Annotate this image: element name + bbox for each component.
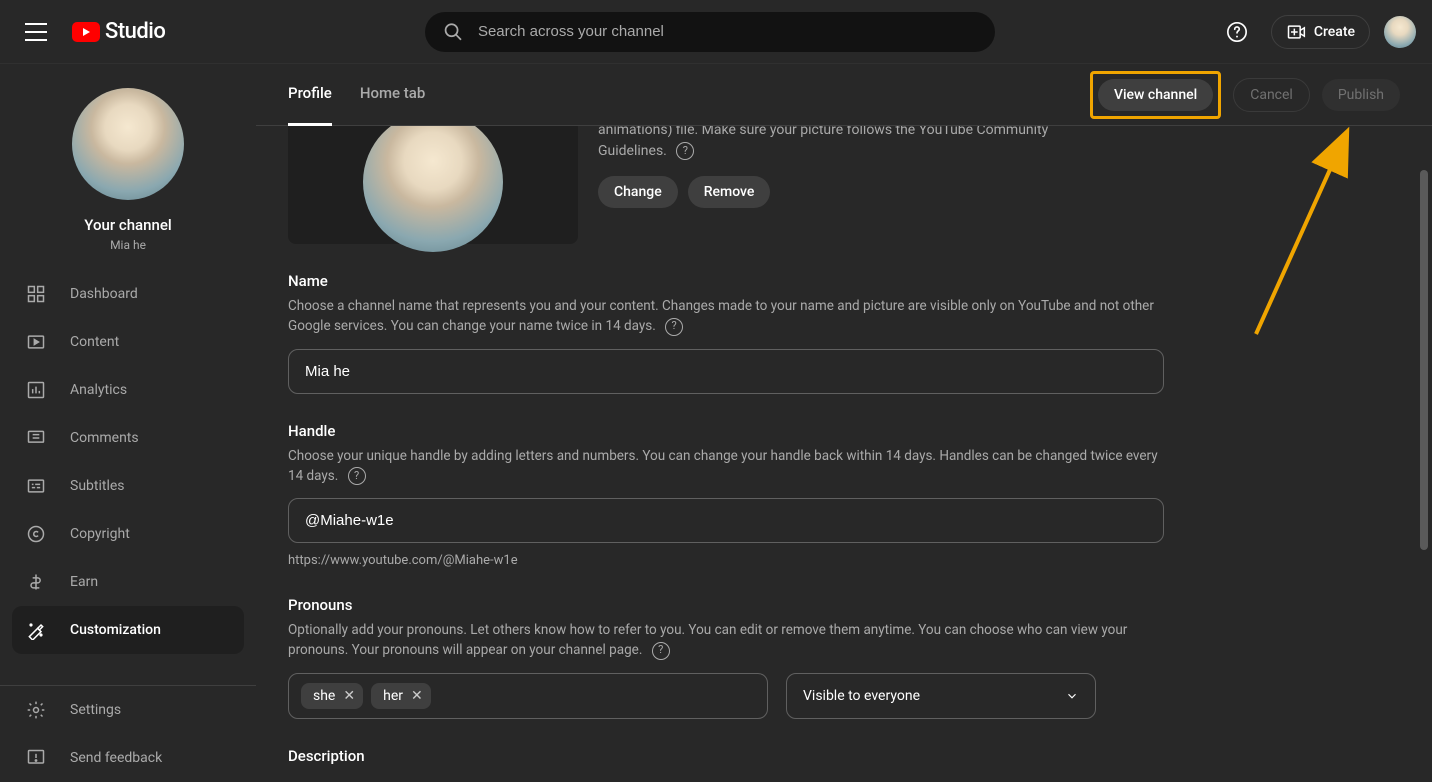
change-button[interactable]: Change bbox=[598, 176, 678, 208]
scrollbar-thumb[interactable] bbox=[1420, 170, 1428, 550]
name-input[interactable] bbox=[288, 349, 1164, 394]
remove-button[interactable]: Remove bbox=[688, 176, 771, 208]
feedback-icon bbox=[24, 748, 48, 768]
handle-section: Handle Choose your unique handle by addi… bbox=[288, 422, 1400, 569]
header: Studio Create bbox=[0, 0, 1432, 64]
tab-profile[interactable]: Profile bbox=[288, 64, 332, 126]
help-icon[interactable]: ? bbox=[652, 642, 670, 660]
create-icon bbox=[1286, 22, 1306, 42]
sidebar-item-comments[interactable]: Comments bbox=[0, 414, 256, 462]
create-label: Create bbox=[1314, 24, 1355, 40]
search-icon bbox=[443, 21, 464, 43]
sidebar-item-label: Customization bbox=[70, 622, 161, 638]
sidebar-item-label: Settings bbox=[70, 702, 121, 718]
handle-desc-text: Choose your unique handle by adding lett… bbox=[288, 448, 1158, 484]
search-input[interactable] bbox=[478, 23, 977, 40]
section-title: Name bbox=[288, 272, 1400, 290]
picture-desc-text: animations) file. Make sure your picture… bbox=[598, 126, 1048, 159]
close-icon[interactable]: ✕ bbox=[411, 688, 423, 704]
visibility-select[interactable]: Visible to everyone bbox=[786, 673, 1096, 719]
main-panel: Profile Home tab View channel Cancel Pub… bbox=[256, 64, 1432, 782]
handle-input[interactable] bbox=[288, 498, 1164, 543]
channel-avatar-large bbox=[72, 88, 184, 200]
sidebar-item-label: Comments bbox=[70, 430, 139, 446]
sidebar-item-label: Subtitles bbox=[70, 478, 125, 494]
publish-button[interactable]: Publish bbox=[1322, 79, 1400, 111]
sidebar-item-feedback[interactable]: Send feedback bbox=[0, 734, 256, 782]
logo-text: Studio bbox=[105, 19, 165, 44]
cancel-button[interactable]: Cancel bbox=[1233, 78, 1310, 112]
sidebar-item-label: Analytics bbox=[70, 382, 127, 398]
chevron-down-icon bbox=[1065, 689, 1079, 703]
pronouns-desc-text: Optionally add your pronouns. Let others… bbox=[288, 622, 1127, 658]
tab-home[interactable]: Home tab bbox=[360, 64, 426, 126]
close-icon[interactable]: ✕ bbox=[343, 688, 355, 704]
pronouns-input[interactable]: she ✕ her ✕ bbox=[288, 673, 768, 719]
dashboard-icon bbox=[24, 284, 48, 304]
section-title: Handle bbox=[288, 422, 1400, 440]
gear-icon bbox=[24, 700, 48, 720]
sidebar-item-label: Dashboard bbox=[70, 286, 138, 302]
chip-text: her bbox=[383, 688, 403, 704]
pronoun-chip: her ✕ bbox=[371, 683, 431, 709]
sidebar-item-analytics[interactable]: Analytics bbox=[0, 366, 256, 414]
channel-block[interactable]: Your channel Mia he bbox=[0, 64, 256, 270]
customization-icon bbox=[24, 620, 48, 640]
name-section: Name Choose a channel name that represen… bbox=[288, 272, 1400, 394]
sidebar-item-label: Content bbox=[70, 334, 119, 350]
channel-label: Your channel bbox=[84, 216, 171, 234]
sidebar-item-dashboard[interactable]: Dashboard bbox=[0, 270, 256, 318]
section-title: Description bbox=[288, 747, 1400, 765]
subtitles-icon bbox=[24, 476, 48, 496]
view-channel-button[interactable]: View channel bbox=[1098, 79, 1213, 111]
analytics-icon bbox=[24, 380, 48, 400]
sidebar-item-settings[interactable]: Settings bbox=[0, 686, 256, 734]
tabrow: Profile Home tab View channel Cancel Pub… bbox=[256, 64, 1432, 126]
studio-logo[interactable]: Studio bbox=[72, 19, 165, 44]
comments-icon bbox=[24, 428, 48, 448]
sidebar-item-copyright[interactable]: Copyright bbox=[0, 510, 256, 558]
earn-icon bbox=[24, 572, 48, 592]
sidebar-item-customization[interactable]: Customization bbox=[12, 606, 244, 654]
hamburger-icon[interactable] bbox=[16, 12, 56, 52]
youtube-icon bbox=[72, 22, 100, 42]
search-box[interactable] bbox=[425, 12, 995, 52]
chip-text: she bbox=[313, 688, 335, 704]
scrollbar[interactable] bbox=[1420, 132, 1428, 774]
sidebar-item-content[interactable]: Content bbox=[0, 318, 256, 366]
help-icon[interactable]: ? bbox=[676, 142, 694, 160]
name-desc-text: Choose a channel name that represents yo… bbox=[288, 298, 1154, 334]
description-section: Description bbox=[288, 747, 1400, 765]
sidebar-item-subtitles[interactable]: Subtitles bbox=[0, 462, 256, 510]
help-icon[interactable]: ? bbox=[665, 318, 683, 336]
handle-url: https://www.youtube.com/@Miahe-w1e bbox=[288, 553, 1400, 568]
pronoun-chip: she ✕ bbox=[301, 683, 363, 709]
sidebar-item-earn[interactable]: Earn bbox=[0, 558, 256, 606]
pronouns-section: Pronouns Optionally add your pronouns. L… bbox=[288, 596, 1400, 719]
select-value: Visible to everyone bbox=[803, 688, 920, 704]
picture-row: animations) file. Make sure your picture… bbox=[288, 126, 1400, 244]
sidebar-item-label: Copyright bbox=[70, 526, 130, 542]
picture-avatar bbox=[363, 126, 503, 252]
help-icon[interactable]: ? bbox=[348, 467, 366, 485]
section-desc: Choose your unique handle by adding lett… bbox=[288, 446, 1158, 487]
highlight-box: View channel bbox=[1090, 71, 1221, 119]
section-title: Pronouns bbox=[288, 596, 1400, 614]
picture-preview bbox=[288, 126, 578, 244]
channel-name: Mia he bbox=[110, 238, 146, 252]
help-icon[interactable] bbox=[1217, 12, 1257, 52]
header-right: Create bbox=[1217, 12, 1416, 52]
content-area: animations) file. Make sure your picture… bbox=[256, 126, 1432, 782]
section-desc: Optionally add your pronouns. Let others… bbox=[288, 620, 1158, 661]
sidebar-item-label: Send feedback bbox=[70, 750, 162, 766]
avatar[interactable] bbox=[1384, 16, 1416, 48]
picture-desc: animations) file. Make sure your picture… bbox=[598, 126, 1118, 162]
sidebar: Your channel Mia he Dashboard Content An… bbox=[0, 64, 256, 782]
copyright-icon bbox=[24, 524, 48, 544]
create-button[interactable]: Create bbox=[1271, 15, 1370, 49]
content-icon bbox=[24, 332, 48, 352]
sidebar-item-label: Earn bbox=[70, 574, 98, 590]
section-desc: Choose a channel name that represents yo… bbox=[288, 296, 1158, 337]
